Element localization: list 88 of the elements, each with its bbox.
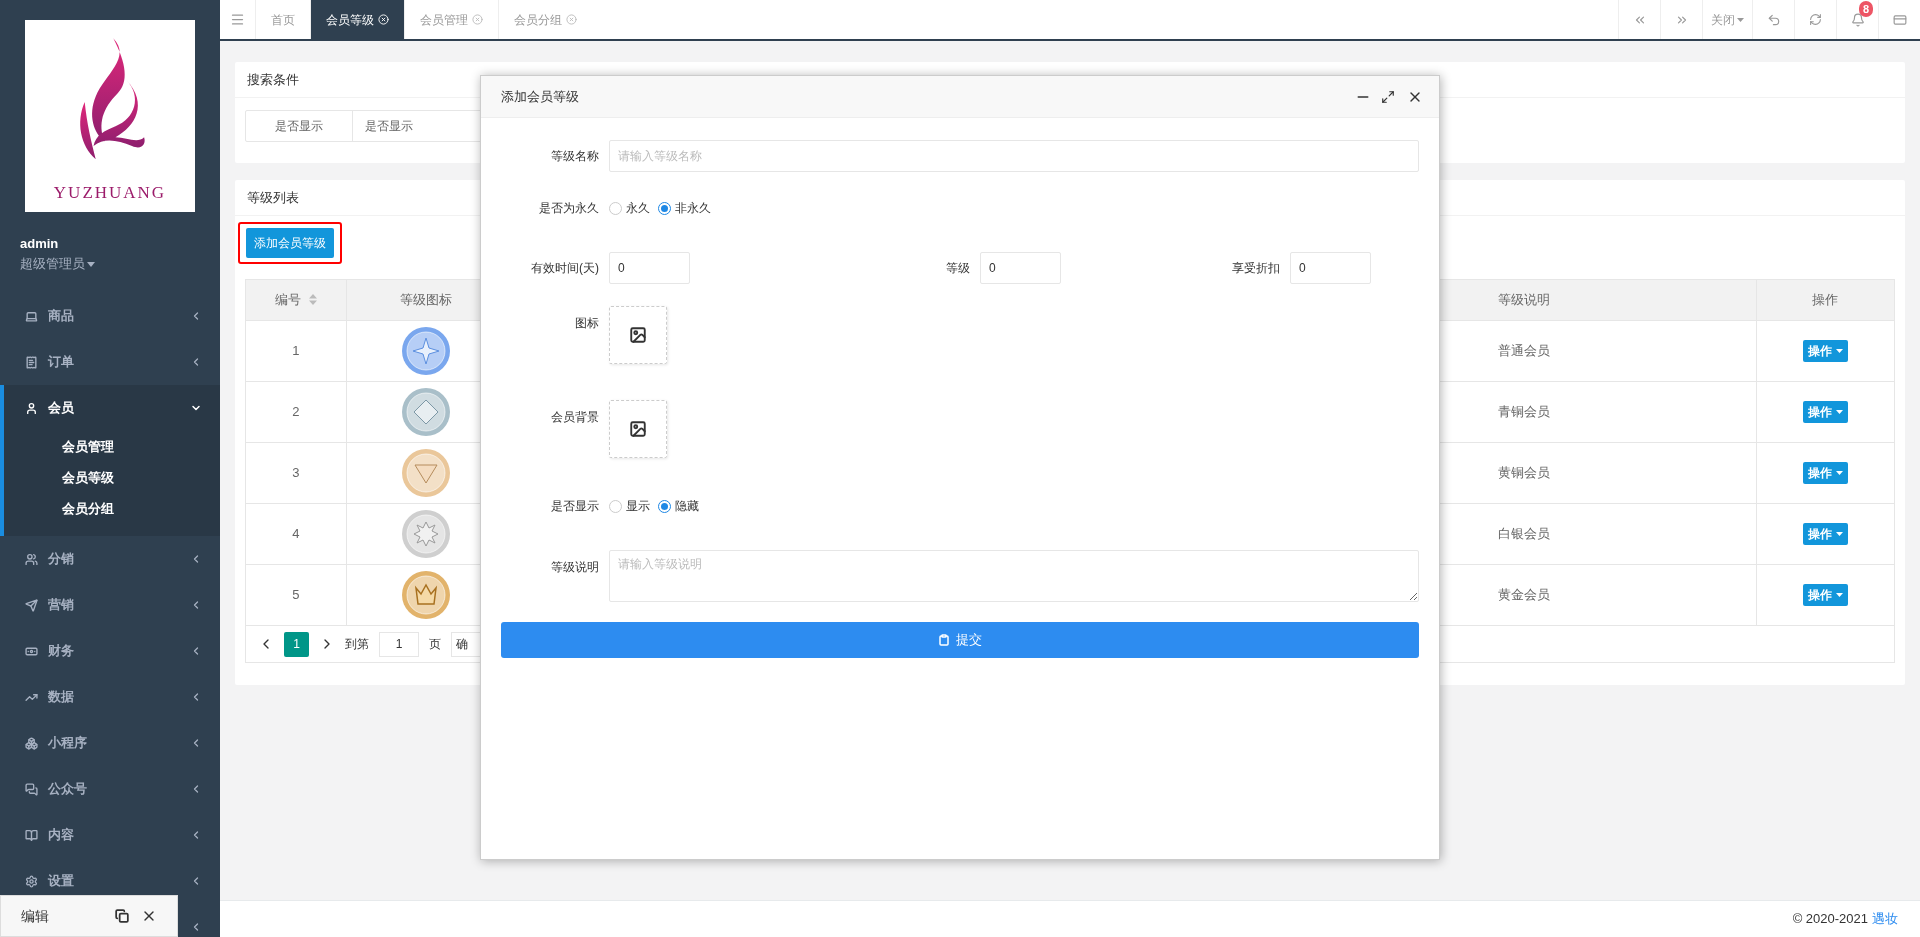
- notification-badge: 8: [1859, 1, 1873, 17]
- field-label: 是否显示: [550, 498, 600, 515]
- table-cell: 2: [246, 381, 346, 442]
- caret-icon: [1737, 17, 1744, 22]
- caret-icon: [1835, 348, 1843, 353]
- page-button[interactable]: 1: [284, 631, 309, 657]
- clipboard-icon: [938, 634, 950, 646]
- field-label: 是否为永久: [538, 200, 600, 217]
- action-dropdown[interactable]: 操作: [1802, 400, 1848, 423]
- caret-icon: [1835, 470, 1843, 475]
- image-upload-box[interactable]: [609, 306, 667, 364]
- field-label: 有效时间(天): [530, 260, 600, 277]
- field-label: 等级说明: [550, 559, 600, 576]
- page-suffix: 页: [429, 636, 441, 653]
- action-dropdown[interactable]: 操作: [1802, 461, 1848, 484]
- menu-item[interactable]: 数据: [0, 674, 220, 720]
- chat-bubbles-icon: [25, 782, 38, 796]
- settings-icon: [25, 874, 38, 888]
- radio-option[interactable]: 显示: [609, 497, 650, 515]
- menu-item[interactable]: 会员: [4, 385, 220, 431]
- goto-label: 到第: [345, 636, 369, 653]
- number-field[interactable]: 0: [609, 252, 690, 284]
- footer-link[interactable]: 遇妆: [1872, 909, 1898, 929]
- table-cell: 1: [246, 320, 346, 381]
- paper-plane-icon: [25, 598, 38, 612]
- restore-icon[interactable]: [115, 909, 129, 923]
- page-tab[interactable]: 会员等级: [310, 0, 404, 39]
- radio-option[interactable]: 非永久: [658, 199, 711, 217]
- logo-text: YUZHUANG: [53, 182, 167, 204]
- submenu-item[interactable]: 会员分组: [4, 493, 220, 524]
- input-field[interactable]: 请输入等级名称: [609, 140, 1419, 172]
- submenu-item[interactable]: 会员等级: [4, 462, 220, 493]
- user-name: admin: [20, 235, 60, 253]
- page-tab[interactable]: 会员管理: [404, 0, 498, 39]
- image-icon: [629, 326, 647, 344]
- textarea-field[interactable]: 请输入等级说明: [609, 550, 1419, 602]
- filter-value: 是否显示: [364, 118, 414, 135]
- action-dropdown[interactable]: 操作: [1802, 583, 1848, 606]
- copyright-text: © 2020-2021: [1792, 910, 1868, 929]
- add-level-button[interactable]: 添加会员等级: [246, 228, 334, 258]
- menu-item[interactable]: 小程序: [0, 720, 220, 766]
- field-label: 会员背景: [550, 409, 600, 426]
- field-label: 等级名称: [550, 148, 600, 165]
- column-header[interactable]: 编号: [246, 280, 346, 320]
- caret-icon: [87, 261, 95, 267]
- close-dropdown[interactable]: 关闭: [1702, 0, 1752, 39]
- bell-icon: [1850, 12, 1865, 27]
- table-cell: 4: [246, 503, 346, 564]
- maximize-icon[interactable]: [1381, 89, 1395, 104]
- cubes-icon: [25, 736, 38, 750]
- receipt-icon: [25, 355, 38, 369]
- submit-button[interactable]: 提交: [501, 622, 1419, 658]
- caret-icon: [1835, 409, 1843, 414]
- caret-icon: [1835, 592, 1843, 597]
- page-input[interactable]: 1: [379, 631, 419, 657]
- menu-item[interactable]: 设置: [0, 858, 220, 904]
- table-cell: 3: [246, 442, 346, 503]
- menu-item[interactable]: 订单: [0, 339, 220, 385]
- menu-item[interactable]: 内容: [0, 812, 220, 858]
- users-icon: [25, 552, 38, 566]
- laptop-icon: [25, 309, 38, 323]
- radio-option[interactable]: 永久: [609, 199, 650, 217]
- menu-item[interactable]: 财务: [0, 628, 220, 674]
- page-tab[interactable]: 会员分组: [498, 0, 592, 39]
- number-field[interactable]: 0: [1290, 252, 1371, 284]
- menu-item[interactable]: 分销: [0, 536, 220, 582]
- number-field[interactable]: 0: [980, 252, 1061, 284]
- user-icon: [25, 401, 38, 415]
- field-label: 图标: [574, 315, 600, 332]
- action-dropdown[interactable]: 操作: [1802, 522, 1848, 545]
- image-upload-box[interactable]: [609, 400, 667, 458]
- role-dropdown[interactable]: 超级管理员: [20, 254, 95, 274]
- notification-button[interactable]: 8: [1836, 0, 1878, 39]
- image-icon: [629, 420, 647, 438]
- action-dropdown[interactable]: 操作: [1802, 339, 1848, 362]
- menu-item[interactable]: 商品: [0, 293, 220, 339]
- field-label: 享受折扣: [1232, 260, 1281, 277]
- popup-title: 编辑: [21, 906, 50, 926]
- field-label: 等级: [946, 260, 971, 277]
- menu-item[interactable]: 公众号: [0, 766, 220, 812]
- table-cell: 5: [246, 564, 346, 625]
- submenu-item[interactable]: 会员管理: [4, 431, 220, 462]
- menu-item[interactable]: 营销: [0, 582, 220, 628]
- book-icon: [25, 828, 38, 842]
- caret-icon: [1835, 531, 1843, 536]
- radio-option[interactable]: 隐藏: [658, 497, 699, 515]
- filter-label: 是否显示: [246, 111, 353, 141]
- column-header: 操作: [1756, 280, 1894, 320]
